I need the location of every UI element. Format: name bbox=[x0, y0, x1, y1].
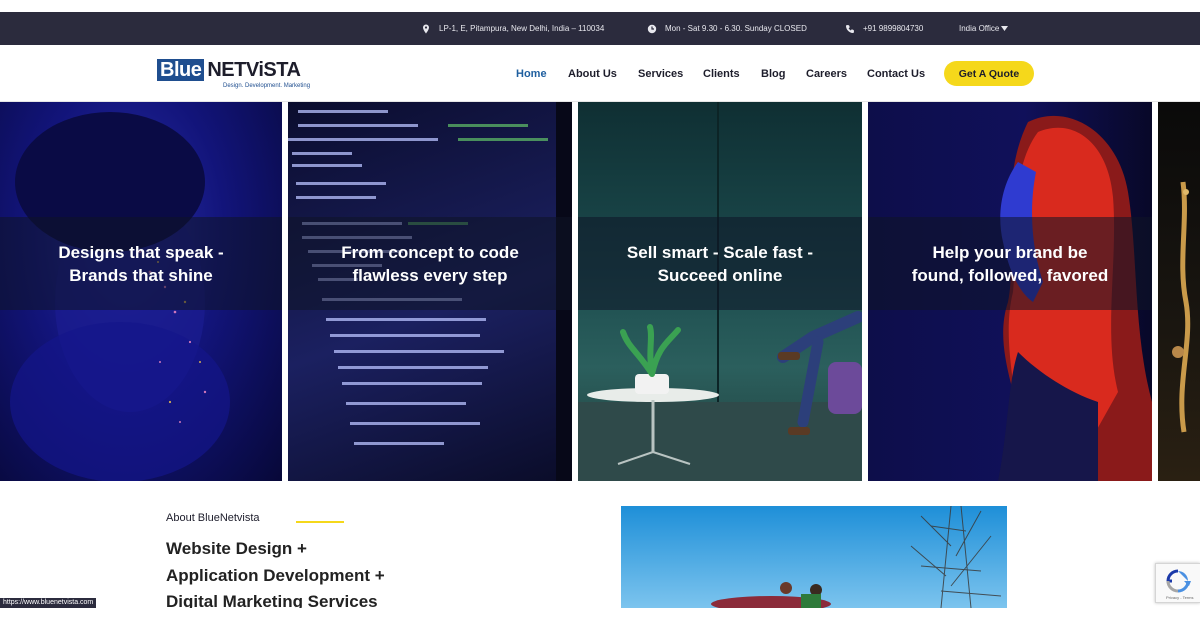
logo-blue-part: Blue bbox=[157, 59, 205, 81]
recaptcha-icon bbox=[1166, 569, 1191, 593]
slide-caption-band: Help your brand be found, followed, favo… bbox=[868, 217, 1152, 310]
office-dropdown-label: India Office bbox=[959, 24, 1000, 33]
office-dropdown[interactable]: India Office bbox=[959, 12, 1009, 45]
hero-slide-sell[interactable]: Sell smart - Scale fast - Succeed online bbox=[578, 102, 862, 481]
about-photo bbox=[621, 506, 1007, 608]
hero-slide-partial[interactable] bbox=[1158, 102, 1200, 481]
hero-slide-designs[interactable]: Designs that speak - Brands that shine bbox=[0, 102, 282, 481]
recaptcha-links[interactable]: Privacy - Terms bbox=[1166, 595, 1193, 600]
slide-caption: Designs that speak - Brands that shine bbox=[58, 242, 224, 285]
hours-item: Mon - Sat 9.30 - 6.30. Sunday CLOSED bbox=[647, 12, 807, 45]
nav-item-contact-us[interactable]: Contact Us bbox=[867, 68, 925, 80]
slide-caption-band: Sell smart - Scale fast - Succeed online bbox=[578, 217, 862, 310]
slide-caption-band: Designs that speak - Brands that shine bbox=[0, 217, 282, 310]
get-a-quote-button[interactable]: Get A Quote bbox=[944, 61, 1034, 86]
slide-caption: Help your brand be found, followed, favo… bbox=[911, 242, 1109, 285]
main-navbar: Blue NETViSTA Design. Development. Marke… bbox=[0, 45, 1200, 102]
nav-item-home[interactable]: Home bbox=[516, 68, 547, 80]
hero-slider: Designs that speak - Brands that shine F… bbox=[0, 102, 1200, 481]
phone-icon bbox=[846, 24, 854, 33]
browser-status-url: https://www.bluenetvista.com bbox=[0, 598, 97, 608]
top-info-bar: LP-1, E, Pitampura, New Delhi, India – 1… bbox=[0, 12, 1200, 45]
nav-item-careers[interactable]: Careers bbox=[806, 68, 847, 80]
window-bottom-edge bbox=[0, 608, 1200, 620]
partial-slide-image bbox=[1172, 181, 1191, 433]
logo-netvista-part: NETViSTA bbox=[207, 59, 301, 81]
slide-caption-band: From concept to code flawless every step bbox=[288, 217, 572, 310]
hero-slide-brand[interactable]: Help your brand be found, followed, favo… bbox=[868, 102, 1152, 481]
about-underline-accent bbox=[296, 521, 344, 523]
slide-caption: Sell smart - Scale fast - Succeed online bbox=[626, 242, 814, 285]
slide-caption: From concept to code flawless every step bbox=[341, 242, 519, 285]
about-label: About BlueNetvista bbox=[166, 512, 260, 524]
address-text: LP-1, E, Pitampura, New Delhi, India – 1… bbox=[439, 24, 605, 33]
caret-down-icon bbox=[1001, 26, 1009, 31]
about-section: About BlueNetvista bbox=[166, 512, 260, 524]
phone-item[interactable]: +91 9899804730 bbox=[845, 12, 923, 45]
logo-wordmark: Blue NETViSTA bbox=[157, 59, 310, 81]
nav-item-about-us[interactable]: About Us bbox=[568, 68, 617, 80]
team-photo-image bbox=[621, 506, 1007, 608]
hours-text: Mon - Sat 9.30 - 6.30. Sunday CLOSED bbox=[665, 24, 807, 33]
nav-item-blog[interactable]: Blog bbox=[761, 68, 785, 80]
recaptcha-badge[interactable]: Privacy - Terms bbox=[1155, 563, 1200, 603]
clock-icon bbox=[647, 24, 657, 33]
logo-tagline: Design. Development. Marketing bbox=[223, 83, 311, 89]
about-heading-line-2: Application Development + bbox=[166, 566, 385, 585]
about-heading-line-1: Website Design + bbox=[166, 539, 307, 558]
hero-slide-code[interactable]: From concept to code flawless every step bbox=[288, 102, 572, 481]
window-top-edge bbox=[0, 0, 1200, 12]
nav-item-clients[interactable]: Clients bbox=[703, 68, 740, 80]
address-item: LP-1, E, Pitampura, New Delhi, India – 1… bbox=[421, 12, 604, 45]
nav-item-services[interactable]: Services bbox=[638, 68, 683, 80]
phone-text: +91 9899804730 bbox=[863, 24, 924, 33]
site-logo[interactable]: Blue NETViSTA Design. Development. Marke… bbox=[157, 59, 310, 91]
location-pin-icon bbox=[423, 24, 429, 33]
